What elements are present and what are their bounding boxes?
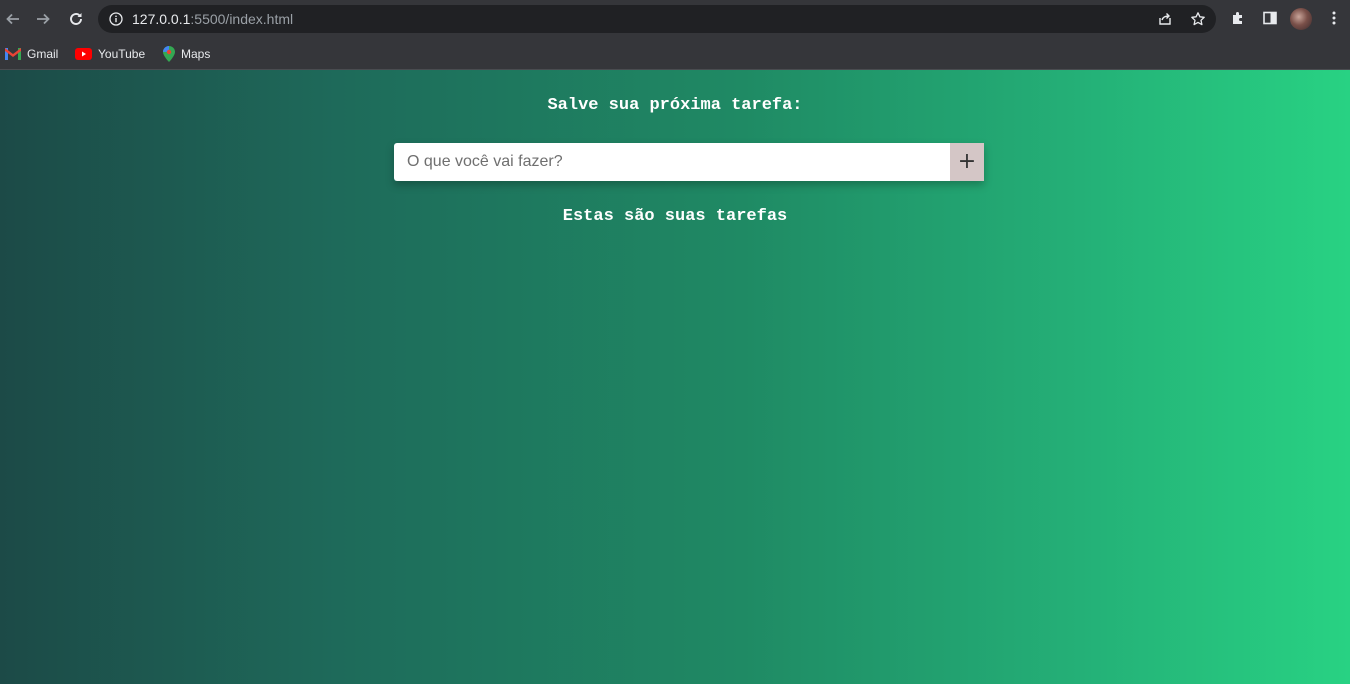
profile-avatar[interactable] bbox=[1290, 8, 1312, 30]
page-title: Salve sua próxima tarefa: bbox=[547, 96, 803, 115]
back-button[interactable] bbox=[1, 7, 25, 31]
browser-chrome: 127.0.0.1:5500/index.html Gmail YouTube bbox=[0, 0, 1350, 70]
puzzle-icon bbox=[1233, 12, 1242, 24]
url-host: 127.0.0.1 bbox=[132, 11, 191, 27]
arrow-left-icon bbox=[6, 13, 19, 25]
side-panel-icon bbox=[1263, 11, 1277, 25]
side-panel-button[interactable] bbox=[1260, 8, 1280, 28]
bookmarks-bar: Gmail YouTube Maps bbox=[0, 38, 1350, 69]
bookmark-label: Gmail bbox=[27, 47, 59, 61]
reload-icon bbox=[70, 13, 82, 25]
address-bar[interactable]: 127.0.0.1:5500/index.html bbox=[98, 5, 1216, 33]
add-task-button[interactable]: + bbox=[950, 143, 984, 181]
reload-button[interactable] bbox=[64, 7, 88, 31]
bookmark-maps[interactable]: Maps bbox=[163, 43, 210, 65]
arrow-right-icon bbox=[37, 13, 50, 25]
menu-button[interactable] bbox=[1324, 8, 1344, 28]
youtube-icon bbox=[75, 48, 92, 60]
task-form: + bbox=[394, 143, 984, 181]
gmail-icon bbox=[5, 48, 21, 60]
share-button[interactable] bbox=[1156, 10, 1174, 28]
url-text[interactable]: 127.0.0.1:5500/index.html bbox=[132, 11, 293, 27]
extensions-button[interactable] bbox=[1228, 8, 1248, 28]
url-path: :5500/index.html bbox=[190, 11, 294, 27]
tasks-heading: Estas são suas tarefas bbox=[562, 207, 788, 226]
task-input[interactable] bbox=[394, 143, 950, 181]
info-icon[interactable] bbox=[109, 12, 123, 26]
forward-button[interactable] bbox=[31, 7, 55, 31]
maps-icon bbox=[163, 46, 175, 62]
page-content: Salve sua próxima tarefa: + Estas são su… bbox=[0, 70, 1350, 684]
bookmark-label: Maps bbox=[181, 47, 211, 61]
kebab-menu-icon bbox=[1332, 11, 1336, 25]
bookmark-youtube[interactable]: YouTube bbox=[75, 43, 145, 65]
star-icon bbox=[1191, 12, 1205, 26]
share-icon bbox=[1159, 13, 1171, 25]
browser-toolbar: 127.0.0.1:5500/index.html bbox=[0, 0, 1350, 38]
bookmark-label: YouTube bbox=[98, 47, 146, 61]
bookmark-star-button[interactable] bbox=[1189, 10, 1207, 28]
bookmark-gmail[interactable]: Gmail bbox=[5, 43, 58, 65]
